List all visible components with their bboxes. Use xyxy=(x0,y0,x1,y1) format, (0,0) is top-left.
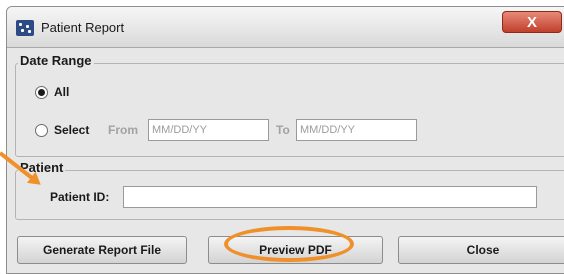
patient-report-window: Patient Report X Date Range All Select F… xyxy=(6,6,564,274)
generate-report-file-button[interactable]: Generate Report File xyxy=(17,236,187,264)
date-range-legend: Date Range xyxy=(18,53,94,68)
title-bar: Patient Report X xyxy=(7,7,564,48)
window-title: Patient Report xyxy=(41,20,125,35)
close-icon: X xyxy=(526,14,537,31)
to-date-field[interactable]: MM/DD/YY xyxy=(296,119,417,141)
all-radio[interactable] xyxy=(35,86,48,99)
close-button[interactable]: Close xyxy=(398,236,564,264)
all-label[interactable]: All xyxy=(54,85,69,99)
app-icon xyxy=(16,20,34,36)
to-label: To xyxy=(276,123,290,137)
close-window-button[interactable]: X xyxy=(502,11,562,33)
patient-id-input[interactable] xyxy=(123,186,537,208)
from-label: From xyxy=(108,123,138,137)
from-date-field[interactable]: MM/DD/YY xyxy=(148,119,269,141)
patient-id-label: Patient ID: xyxy=(50,190,110,204)
preview-pdf-button[interactable]: Preview PDF xyxy=(208,236,383,264)
select-radio[interactable] xyxy=(35,124,48,137)
select-label[interactable]: Select xyxy=(54,123,89,137)
date-range-group xyxy=(15,63,564,157)
